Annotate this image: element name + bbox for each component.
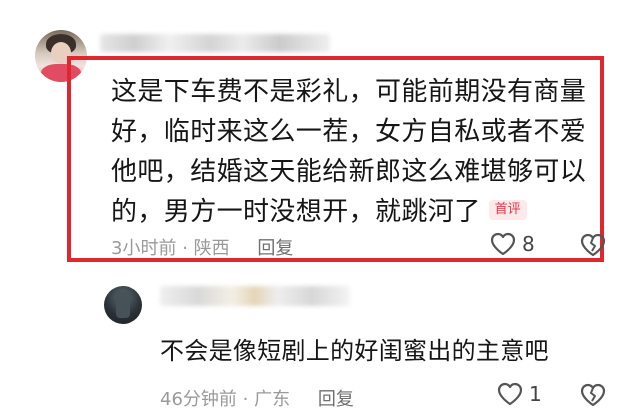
meta-separator: ·: [182, 238, 188, 259]
dislike-button[interactable]: [580, 233, 606, 257]
reply-text: 不会是像短剧上的好闺蜜出的主意吧: [160, 337, 549, 365]
like-count: 8: [522, 232, 535, 256]
replier-avatar[interactable]: [104, 286, 142, 324]
reply-like-button[interactable]: 1: [497, 382, 542, 406]
heart-outline-icon: [497, 382, 523, 406]
reply-button[interactable]: 回复: [257, 238, 293, 259]
comment-line: 的，男方一时没想开，就跳河了 首评: [111, 192, 591, 232]
comment-line: 这是下车费不是彩礼，可能前期没有商量: [111, 77, 587, 107]
reply-time: 46分钟前: [160, 389, 237, 410]
comment-line-text: 的，男方一时没想开，就跳河了: [111, 197, 481, 227]
reply-meta: 46分钟前 · 广东 回复: [160, 385, 354, 411]
meta-separator: ·: [242, 389, 249, 410]
comment-line: 好，临时来这么一茬，女方自私或者不爱: [111, 117, 587, 147]
comment-meta: 3小时前 · 陕西 回复: [111, 234, 293, 260]
reply-button[interactable]: 回复: [318, 389, 354, 410]
heart-outline-icon: [490, 232, 516, 256]
first-comment-badge: 首评: [488, 199, 527, 220]
like-count: 1: [529, 382, 542, 406]
comment-location: 陕西: [193, 238, 230, 259]
comment-time: 3小时前: [111, 238, 177, 259]
commenter-name-blurred: [100, 34, 330, 52]
broken-heart-icon: [580, 233, 606, 257]
like-button[interactable]: 8: [490, 232, 535, 256]
reply-location: 广东: [254, 389, 291, 410]
replier-name-blurred: [160, 286, 350, 306]
reply-dislike-button[interactable]: [580, 383, 606, 407]
broken-heart-icon: [580, 383, 606, 407]
comment-text: 这是下车费不是彩礼，可能前期没有商量 好，临时来这么一茬，女方自私或者不爱 他吧…: [111, 72, 591, 232]
comment-line: 他吧，结婚这天能给新郎这么难堪够可以: [111, 157, 587, 187]
